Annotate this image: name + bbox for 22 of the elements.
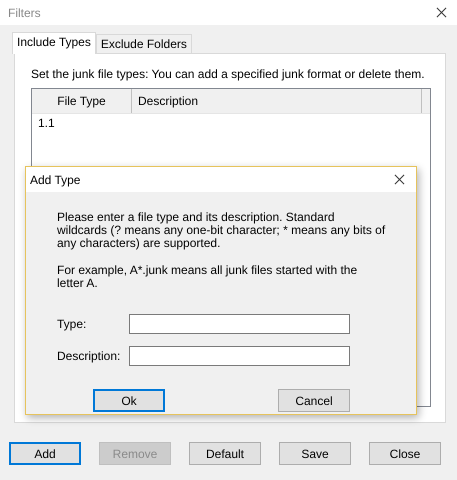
column-header[interactable]: File Type [32, 89, 132, 113]
window-title: Filters [8, 6, 41, 20]
button[interactable]: Save [279, 442, 351, 465]
instruction-text: Set the junk file types: You can add a specified junk format or delete them. [31, 67, 426, 81]
button[interactable]: Cancel [278, 389, 350, 412]
field-label: Description: [57, 349, 122, 363]
button[interactable]: Add [9, 442, 81, 465]
column-header[interactable]: Description [132, 89, 422, 113]
dialog-title: Add Type [30, 172, 80, 186]
input-field[interactable] [129, 346, 350, 366]
button[interactable]: Close [369, 442, 441, 465]
message-text: Please enter a file type and its description. Standard wildcards (? means any one-bit character; * means any bits of any characters) are supported. [57, 211, 386, 250]
close-icon[interactable] [436, 7, 447, 18]
table-cell-text: 1.1 [37, 116, 56, 130]
input-field[interactable] [129, 314, 350, 334]
tab[interactable]: Exclude Folders [96, 34, 192, 53]
button[interactable]: Ok [93, 389, 165, 412]
tab[interactable]: Include Types [12, 32, 96, 54]
example-text: For example, A*.junk means all junk files started with the letter A. [57, 264, 358, 290]
field-label: Type: [57, 317, 88, 331]
button[interactable]: Default [189, 442, 261, 465]
close-icon[interactable] [394, 174, 405, 185]
